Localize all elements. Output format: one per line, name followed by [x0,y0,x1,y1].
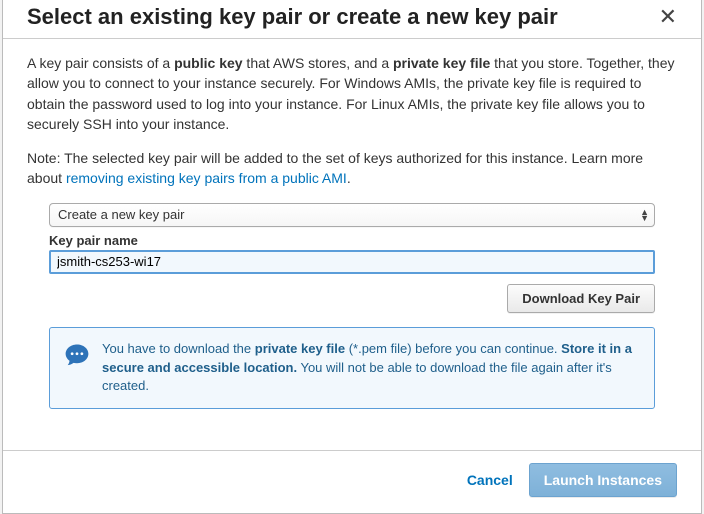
text: . [347,170,351,186]
text-bold: public key [174,55,242,71]
select-arrows-icon: ▲▼ [640,209,649,221]
dialog-header: Select an existing key pair or create a … [3,0,701,38]
keypair-name-label: Key pair name [49,233,655,248]
info-alert: You have to download the private key fil… [49,327,655,410]
text: A key pair consists of a [27,55,174,71]
dialog-title: Select an existing key pair or create a … [27,4,558,30]
description-paragraph-2: Note: The selected key pair will be adde… [27,148,677,189]
cancel-button[interactable]: Cancel [467,472,513,488]
remove-keypairs-link[interactable]: removing existing key pairs from a publi… [66,170,347,186]
form-area: Create a new key pair ▲▼ Key pair name D… [27,203,677,410]
launch-instances-button[interactable]: Launch Instances [529,463,677,497]
dialog-footer: Cancel Launch Instances [3,450,701,513]
description-paragraph-1: A key pair consists of a public key that… [27,53,677,134]
dialog-body: A key pair consists of a public key that… [3,53,701,450]
info-chat-icon [64,342,90,368]
download-row: Download Key Pair [49,284,655,313]
download-keypair-button[interactable]: Download Key Pair [507,284,655,313]
keypair-dialog: Select an existing key pair or create a … [2,0,702,514]
text-bold: private key file [393,55,490,71]
text: You have to download the [102,341,255,356]
keypair-name-input[interactable] [49,250,655,274]
divider [3,38,701,39]
text: (*.pem file) before you can continue. [345,341,561,356]
keypair-option-select[interactable]: Create a new key pair ▲▼ [49,203,655,227]
select-value: Create a new key pair [58,207,184,222]
text: that AWS stores, and a [243,55,393,71]
alert-text: You have to download the private key fil… [102,340,640,397]
text-bold: private key file [255,341,345,356]
close-icon[interactable]: ✕ [659,6,677,28]
